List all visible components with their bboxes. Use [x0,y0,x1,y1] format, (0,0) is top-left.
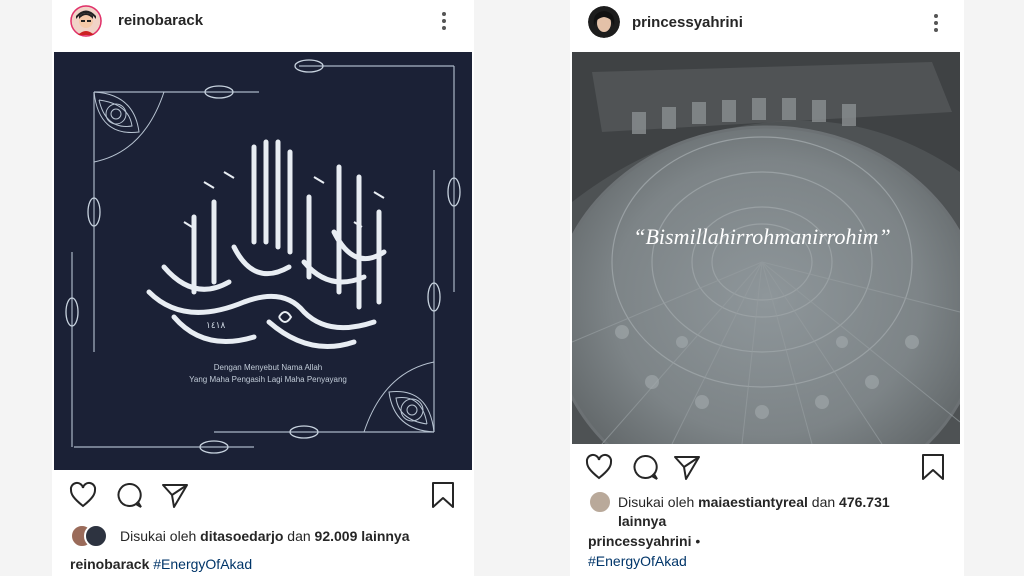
caption: reinobarack #EnergyOfAkad [70,554,252,574]
share-icon [162,484,188,508]
action-bar [570,452,964,486]
like-button[interactable] [584,452,614,482]
likes-text: Disukai oleh ditasoedarjo dan 92.009 lai… [120,526,410,546]
share-button[interactable] [160,480,190,510]
post-header: princessyahrini [570,0,964,46]
hashtag-link[interactable]: #EnergyOfAkad [153,556,252,572]
likes-suffix[interactable]: lainnya [618,513,666,529]
heart-icon [69,481,97,508]
more-options-icon[interactable] [930,12,942,34]
likes-prefix: Disukai oleh [618,494,695,510]
likes-connector: dan [287,528,311,544]
post-card-princessyahrini: princessyahrini “Bismillahirrohmanirrohi… [570,0,964,576]
avatar [84,524,108,548]
likes-summary[interactable]: Disukai oleh ditasoedarjo dan 92.009 lai… [70,524,410,548]
post-image-calligraphy: ١٤١٨ Dengan Menyebut Nama Allah Yang Mah… [54,52,472,470]
likes-count[interactable]: 92.009 [315,528,358,544]
share-button[interactable] [672,452,702,482]
username[interactable]: princessyahrini [632,14,743,31]
like-button[interactable] [68,480,98,510]
likes-connector: dan [811,494,836,510]
likes-count[interactable]: 476.731 [839,494,890,510]
avatar[interactable] [588,6,620,38]
likes-text-line2: lainnya [618,512,928,530]
save-button[interactable] [918,452,948,482]
post-image-dome: “Bismillahirrohmanirrohim” [572,52,960,444]
calligraphy-artwork: ١٤١٨ Dengan Menyebut Nama Allah Yang Mah… [54,52,472,470]
comment-button[interactable] [114,480,144,510]
likes-suffix[interactable]: lainnya [361,528,409,544]
quote-text: “Bismillahirrohmanirrohim” [633,224,891,249]
comment-icon [117,482,142,508]
action-bar [52,480,474,514]
hashtag-link[interactable]: #EnergyOfAkad [588,551,700,571]
likes-summary[interactable]: Disukai oleh maiaestiantyreal dan 476.73… [588,490,928,530]
calligraphy-year: ١٤١٨ [206,321,226,331]
caption-separator: • [695,533,701,549]
liked-by-user[interactable]: maiaestiantyreal [698,494,808,510]
username[interactable]: reinobarack [118,12,203,29]
liked-by-user[interactable]: ditasoedarjo [200,528,283,544]
likes-prefix: Disukai oleh [120,528,197,544]
calligraphy-caption-line2: Yang Maha Pengasih Lagi Maha Penyayang [189,375,347,384]
post-header: reinobarack [52,0,474,46]
caption-username[interactable]: reinobarack [70,556,149,572]
more-options-icon[interactable] [438,10,450,32]
bookmark-icon [922,454,944,480]
share-icon [674,456,700,480]
calligraphy-caption-line1: Dengan Menyebut Nama Allah [214,363,323,372]
caption: princessyahrini • #EnergyOfAkad [588,531,700,571]
likes-text: Disukai oleh maiaestiantyreal dan 476.73… [618,492,928,512]
caption-username[interactable]: princessyahrini [588,533,692,549]
avatar [588,490,612,514]
post-card-reinobarack: reinobarack ١٤١٨ Dengan Menyebut Nama Al… [52,0,474,576]
heart-icon [585,453,613,480]
save-button[interactable] [428,480,458,510]
avatar[interactable] [70,5,102,37]
comment-button[interactable] [630,452,660,482]
comment-icon [633,454,658,480]
mosque-dome-photo: “Bismillahirrohmanirrohim” [572,52,960,444]
bookmark-icon [432,482,454,508]
